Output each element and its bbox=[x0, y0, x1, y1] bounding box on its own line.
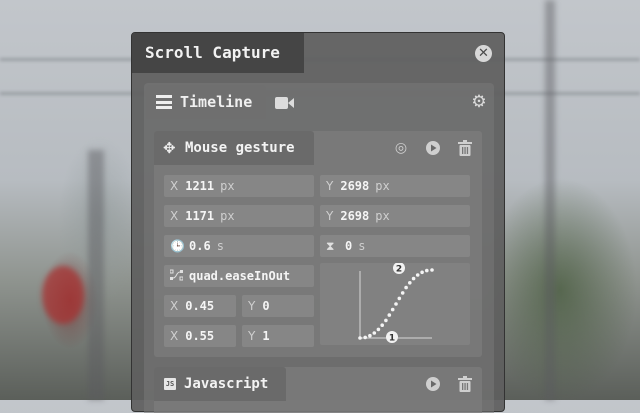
curve-marker-1-label: 1 bbox=[389, 334, 395, 344]
end-y-value: 2698 bbox=[340, 209, 370, 223]
curve-point bbox=[358, 336, 362, 340]
cp1-x-field[interactable]: X 0.45 bbox=[164, 295, 236, 317]
curve-point bbox=[390, 307, 395, 312]
tab-timeline[interactable]: Timeline bbox=[146, 85, 266, 119]
cp1-x-value: 0.45 bbox=[185, 299, 215, 313]
hourglass-icon: ⧗ bbox=[326, 239, 335, 253]
window-title: Scroll Capture bbox=[132, 33, 304, 73]
curve-point bbox=[368, 333, 372, 338]
end-x-value: 1171 bbox=[185, 209, 215, 223]
y-key: Y bbox=[326, 179, 334, 193]
background-stop-sign bbox=[42, 266, 84, 324]
title-bar: Scroll Capture ✕ bbox=[132, 33, 504, 73]
cp1-y-value: 0 bbox=[262, 299, 270, 313]
tab-camera[interactable] bbox=[272, 85, 296, 119]
javascript-card: JS Javascript bbox=[154, 367, 482, 413]
end-x-field[interactable]: X 1171 px bbox=[164, 205, 314, 227]
end-y-field[interactable]: Y 2698 px bbox=[320, 205, 470, 227]
tabs-area: Timeline ⚙ ✥ Mouse gesture ◎ X 1 2 11 px Y… bbox=[144, 83, 494, 413]
curve-point bbox=[420, 270, 424, 275]
curve-point bbox=[387, 313, 392, 317]
unit-label: px bbox=[220, 209, 235, 223]
cp1-y-field[interactable]: Y0 bbox=[242, 295, 314, 317]
curve-marker-2[interactable]: 2 bbox=[393, 263, 405, 275]
curve-point bbox=[425, 268, 429, 273]
javascript-icon: JS bbox=[164, 378, 176, 390]
trash-icon[interactable] bbox=[456, 139, 474, 157]
start-x-value: 1211 bbox=[185, 179, 215, 193]
close-icon[interactable]: ✕ bbox=[475, 45, 492, 62]
clock-icon: 🕒 bbox=[170, 239, 185, 253]
video-camera-icon bbox=[275, 97, 294, 109]
curve-marker-2-label: 2 bbox=[396, 265, 402, 275]
play-icon[interactable] bbox=[424, 139, 442, 157]
y-key: Y bbox=[248, 329, 256, 343]
x-key: X bbox=[170, 179, 179, 193]
curve-point bbox=[376, 327, 381, 332]
mouse-gesture-card: ✥ Mouse gesture ◎ X 1211 px Y 2698 px X 1171 p… bbox=[154, 131, 482, 357]
curve-point bbox=[404, 285, 408, 290]
delay-field[interactable]: ⧗ 0 s bbox=[320, 235, 470, 257]
cp2-y-value: 1 bbox=[262, 329, 270, 343]
mouse-gesture-header[interactable]: ✥ Mouse gesture bbox=[154, 131, 314, 165]
curve-point bbox=[415, 273, 420, 277]
curve-point bbox=[363, 335, 367, 340]
target-icon[interactable]: ◎ bbox=[392, 139, 410, 157]
unit-label: px bbox=[220, 179, 235, 193]
mouse-gesture-title: Mouse gesture bbox=[185, 140, 295, 156]
delay-value: 0 bbox=[345, 239, 353, 253]
cp2-y-field[interactable]: Y1 bbox=[242, 325, 314, 347]
y-key: Y bbox=[326, 209, 334, 223]
start-x-field[interactable]: X 1211 px bbox=[164, 175, 314, 197]
easing-value: quad.easeInOut bbox=[189, 269, 291, 283]
cp2-x-value: 0.55 bbox=[185, 329, 215, 343]
scroll-capture-panel: Scroll Capture ✕ Timeline ⚙ ✥ Mouse gest… bbox=[131, 32, 505, 413]
javascript-header[interactable]: JS Javascript bbox=[154, 367, 286, 401]
settings-gear-icon[interactable]: ⚙ bbox=[468, 91, 490, 113]
curve-point bbox=[400, 291, 405, 295]
unit-label: s bbox=[358, 239, 366, 253]
x-key: X bbox=[170, 299, 179, 313]
curve-point bbox=[384, 318, 388, 323]
trash-icon[interactable] bbox=[456, 375, 474, 393]
list-icon bbox=[156, 95, 172, 109]
background-pole bbox=[88, 150, 104, 400]
curve-marker-1[interactable]: 1 bbox=[386, 331, 398, 344]
unit-label: s bbox=[216, 239, 224, 253]
duration-field[interactable]: 🕒 0.6 s bbox=[164, 235, 314, 257]
cp2-x-field[interactable]: X 0.55 bbox=[164, 325, 236, 347]
curve-point bbox=[430, 268, 434, 272]
start-y-field[interactable]: Y 2698 px bbox=[320, 175, 470, 197]
easing-select[interactable]: quad.easeInOut bbox=[164, 265, 314, 287]
background-pole bbox=[545, 0, 555, 400]
unit-label: px bbox=[375, 209, 390, 223]
start-y-value: 2698 bbox=[340, 179, 370, 193]
move-icon[interactable]: ✥ bbox=[163, 139, 176, 157]
curve-point bbox=[372, 331, 377, 335]
unit-label: px bbox=[375, 179, 390, 193]
x-key: X bbox=[170, 209, 179, 223]
duration-value: 0.6 bbox=[189, 239, 211, 253]
tab-timeline-label: Timeline bbox=[180, 93, 253, 111]
curve-point bbox=[394, 302, 398, 306]
x-key: X bbox=[170, 329, 179, 343]
y-key: Y bbox=[248, 299, 256, 313]
curve-point bbox=[397, 296, 402, 301]
curve-dots bbox=[358, 268, 434, 340]
curve-point bbox=[380, 323, 384, 327]
play-icon[interactable] bbox=[424, 375, 442, 393]
curve-point bbox=[408, 281, 412, 285]
javascript-title: Javascript bbox=[184, 376, 269, 392]
easing-curve-preview[interactable]: 2 1 bbox=[320, 263, 470, 345]
curve-point bbox=[411, 276, 416, 281]
bezier-curve-icon bbox=[169, 265, 184, 287]
